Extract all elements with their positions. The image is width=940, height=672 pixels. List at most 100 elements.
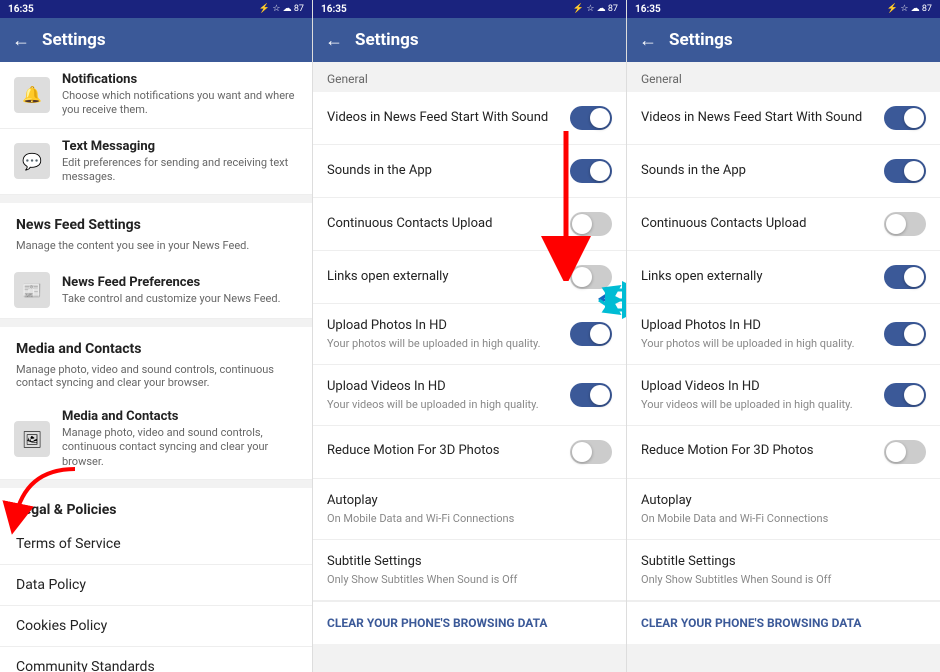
toggle-row-contacts-mid[interactable]: Continuous Contacts Upload <box>313 198 626 251</box>
text-messaging-item[interactable]: 💬 Text Messaging Edit preferences for se… <box>0 129 312 196</box>
videos-hd-right-toggle[interactable] <box>884 383 926 407</box>
videos-sound-mid-toggle[interactable] <box>570 106 612 130</box>
photos-hd-mid-title: Upload Photos In HD <box>327 318 560 335</box>
scroll-right: General Videos in News Feed Start With S… <box>627 62 940 672</box>
photos-hd-right-toggle[interactable] <box>884 322 926 346</box>
news-feed-heading: News Feed Settings <box>0 203 312 239</box>
toggle-row-photos-hd-mid[interactable]: Upload Photos In HD Your photos will be … <box>313 304 626 365</box>
contacts-right-title: Continuous Contacts Upload <box>641 216 874 233</box>
links-right-title: Links open externally <box>641 269 874 286</box>
photos-hd-mid-desc: Your photos will be uploaded in high qua… <box>327 337 560 350</box>
title-mid: Settings <box>355 30 419 50</box>
news-feed-desc: Manage the content you see in your News … <box>0 239 312 262</box>
toggle-row-subtitles-mid[interactable]: Subtitle Settings Only Show Subtitles Wh… <box>313 540 626 601</box>
community-item[interactable]: Community Standards <box>0 647 312 672</box>
media-contacts-heading: Media and Contacts <box>0 327 312 363</box>
toggle-row-videos-sound-mid[interactable]: Videos in News Feed Start With Sound <box>313 92 626 145</box>
panel-mid: 16:35 ⚡ ☆ ☁ 87 ← Settings General Videos… <box>313 0 627 672</box>
autoplay-mid-desc: On Mobile Data and Wi-Fi Connections <box>327 512 612 525</box>
toggle-row-videos-hd-mid[interactable]: Upload Videos In HD Your videos will be … <box>313 365 626 426</box>
subtitles-right-title: Subtitle Settings <box>641 554 926 571</box>
news-feed-prefs-item[interactable]: 📰 News Feed Preferences Take control and… <box>0 262 312 319</box>
reduce-right-toggle[interactable] <box>884 440 926 464</box>
media-contacts-section: Media and Contacts Manage photo, video a… <box>0 327 312 480</box>
videos-sound-right-toggle[interactable] <box>884 106 926 130</box>
text-messaging-title: Text Messaging <box>62 139 298 154</box>
clear-link-right[interactable]: CLEAR YOUR PHONE'S BROWSING DATA <box>627 601 940 644</box>
cookies-item[interactable]: Cookies Policy <box>0 606 312 647</box>
subtitles-mid-desc: Only Show Subtitles When Sound is Off <box>327 573 612 586</box>
subtitles-mid-title: Subtitle Settings <box>327 554 612 571</box>
videos-hd-right-title: Upload Videos In HD <box>641 379 874 396</box>
toggle-row-videos-hd-right[interactable]: Upload Videos In HD Your videos will be … <box>627 365 940 426</box>
media-icon: 🖼 <box>14 421 50 457</box>
clear-link-mid[interactable]: CLEAR YOUR PHONE'S BROWSING DATA <box>313 601 626 644</box>
data-policy-item[interactable]: Data Policy <box>0 565 312 606</box>
autoplay-mid-title: Autoplay <box>327 493 612 510</box>
news-feed-section: News Feed Settings Manage the content yo… <box>0 203 312 319</box>
toggle-row-autoplay-mid[interactable]: Autoplay On Mobile Data and Wi-Fi Connec… <box>313 479 626 540</box>
links-mid-toggle[interactable] <box>570 265 612 289</box>
time-left: 16:35 <box>8 4 34 15</box>
contacts-right-toggle[interactable] <box>884 212 926 236</box>
back-button-left[interactable]: ← <box>12 30 30 51</box>
text-message-icon: 💬 <box>14 143 50 179</box>
back-button-right[interactable]: ← <box>639 30 657 51</box>
photos-hd-right-title: Upload Photos In HD <box>641 318 874 335</box>
terms-item[interactable]: Terms of Service <box>0 524 312 565</box>
notification-title: Notifications <box>62 72 298 87</box>
toggle-row-subtitles-right[interactable]: Subtitle Settings Only Show Subtitles Wh… <box>627 540 940 601</box>
photos-hd-right-desc: Your photos will be uploaded in high qua… <box>641 337 874 350</box>
legal-section: Legal & Policies Terms of Service Data P… <box>0 488 312 672</box>
links-right-toggle[interactable] <box>884 265 926 289</box>
status-icons-left: ⚡ ☆ ☁ 87 <box>259 4 304 14</box>
media-contacts-title: Media and Contacts <box>62 409 298 424</box>
photos-hd-mid-toggle[interactable] <box>570 322 612 346</box>
scroll-mid: General Videos in News Feed Start With S… <box>313 62 626 672</box>
sounds-app-right-toggle[interactable] <box>884 159 926 183</box>
toggle-row-reduce-right[interactable]: Reduce Motion For 3D Photos <box>627 426 940 479</box>
media-contacts-desc: Manage photo, video and sound controls, … <box>0 363 312 399</box>
status-icons-mid: ⚡ ☆ ☁ 87 <box>573 4 618 14</box>
subtitles-right-desc: Only Show Subtitles When Sound is Off <box>641 573 926 586</box>
legal-heading: Legal & Policies <box>0 488 312 524</box>
toggle-row-autoplay-right[interactable]: Autoplay On Mobile Data and Wi-Fi Connec… <box>627 479 940 540</box>
news-feed-icon: 📰 <box>14 272 50 308</box>
header-left: ← Settings <box>0 18 312 62</box>
notifications-item[interactable]: 🔔 Notifications Choose which notificatio… <box>0 62 312 129</box>
videos-hd-right-desc: Your videos will be uploaded in high qua… <box>641 398 874 411</box>
status-bar-right: 16:35 ⚡ ☆ ☁ 87 <box>627 0 940 18</box>
panel-left: 16:35 ⚡ ☆ ☁ 87 ← Settings 🔔 Notification… <box>0 0 313 672</box>
general-label-mid: General <box>313 62 626 92</box>
media-contacts-item[interactable]: 🖼 Media and Contacts Manage photo, video… <box>0 399 312 480</box>
contacts-mid-toggle[interactable] <box>570 212 612 236</box>
news-feed-prefs-desc: Take control and customize your News Fee… <box>62 292 298 306</box>
toggle-row-links-right[interactable]: Links open externally <box>627 251 940 304</box>
reduce-right-title: Reduce Motion For 3D Photos <box>641 443 874 460</box>
panel-right: 16:35 ⚡ ☆ ☁ 87 ← Settings General Videos… <box>627 0 940 672</box>
sounds-app-mid-toggle[interactable] <box>570 159 612 183</box>
notification-desc: Choose which notifications you want and … <box>62 89 298 118</box>
header-mid: ← Settings <box>313 18 626 62</box>
toggle-row-sounds-app-mid[interactable]: Sounds in the App <box>313 145 626 198</box>
back-button-mid[interactable]: ← <box>325 30 343 51</box>
sounds-app-right-title: Sounds in the App <box>641 163 874 180</box>
scroll-left: 🔔 Notifications Choose which notificatio… <box>0 62 312 672</box>
notification-icon: 🔔 <box>14 77 50 113</box>
reduce-mid-toggle[interactable] <box>570 440 612 464</box>
status-icons-right: ⚡ ☆ ☁ 87 <box>887 4 932 14</box>
toggle-row-contacts-right[interactable]: Continuous Contacts Upload <box>627 198 940 251</box>
toggle-row-sounds-app-right[interactable]: Sounds in the App <box>627 145 940 198</box>
notifications-section: 🔔 Notifications Choose which notificatio… <box>0 62 312 195</box>
toggle-row-videos-sound-right[interactable]: Videos in News Feed Start With Sound <box>627 92 940 145</box>
time-mid: 16:35 <box>321 4 347 15</box>
toggle-row-reduce-mid[interactable]: Reduce Motion For 3D Photos <box>313 426 626 479</box>
status-bar-mid: 16:35 ⚡ ☆ ☁ 87 <box>313 0 626 18</box>
contacts-mid-title: Continuous Contacts Upload <box>327 216 560 233</box>
status-bar-left: 16:35 ⚡ ☆ ☁ 87 <box>0 0 312 18</box>
sounds-app-mid-title: Sounds in the App <box>327 163 560 180</box>
toggle-row-photos-hd-right[interactable]: Upload Photos In HD Your photos will be … <box>627 304 940 365</box>
videos-hd-mid-toggle[interactable] <box>570 383 612 407</box>
toggle-row-links-mid[interactable]: Links open externally <box>313 251 626 304</box>
title-right: Settings <box>669 30 733 50</box>
